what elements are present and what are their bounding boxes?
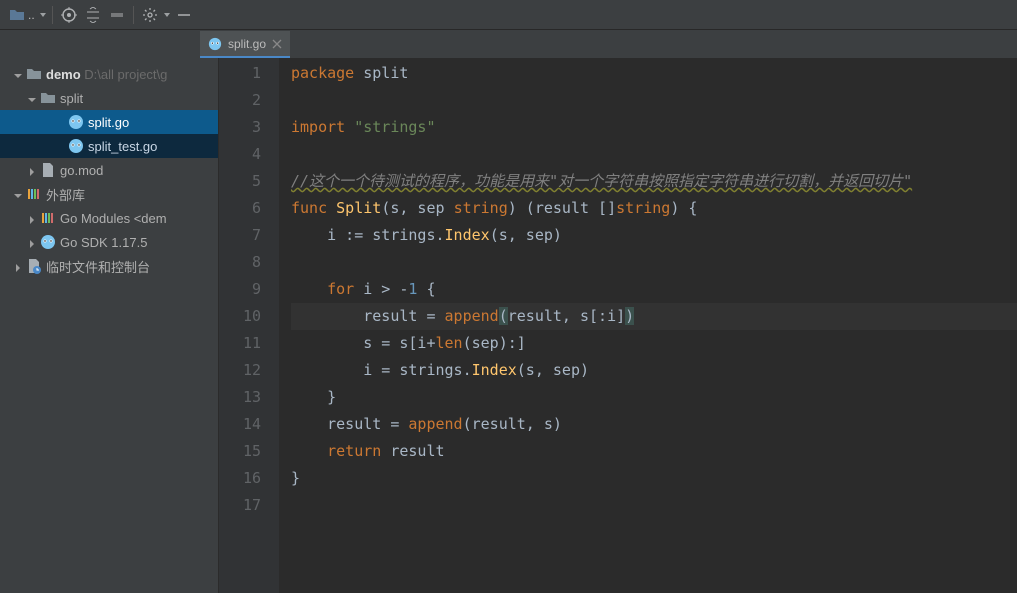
- line-gutter: 1 2 3 4 5 6 7 8 9 10 11 12 13 14 15 16 1…: [219, 58, 279, 593]
- tree-project-root[interactable]: demo D:\all project\g: [0, 62, 218, 86]
- target-icon[interactable]: [58, 4, 80, 26]
- folder-label: split: [60, 91, 83, 106]
- project-selector[interactable]: [6, 4, 28, 26]
- line-number: 4: [219, 141, 261, 168]
- line-number: 16: [219, 465, 261, 492]
- code-editor[interactable]: 1 2 3 4 5 6 7 8 9 10 11 12 13 14 15 16 1…: [219, 58, 1017, 593]
- toolbar-separator: [133, 6, 134, 24]
- tree-go-modules[interactable]: Go Modules <dem: [0, 206, 218, 230]
- root-path: D:\all project\g: [84, 67, 167, 82]
- library-icon: [40, 210, 56, 226]
- go-file-icon: [68, 114, 84, 130]
- line-number: 2: [219, 87, 261, 114]
- lib-label: Go SDK 1.17.5: [60, 235, 147, 250]
- hide-icon[interactable]: [173, 4, 195, 26]
- gear-icon[interactable]: [139, 4, 161, 26]
- tree-file-split-go[interactable]: split.go: [0, 110, 218, 134]
- lib-label: 外部库: [46, 185, 85, 204]
- tree-go-mod[interactable]: go.mod: [0, 158, 218, 182]
- close-icon[interactable]: [272, 39, 282, 49]
- tree-split-folder[interactable]: split: [0, 86, 218, 110]
- tree-external-libs[interactable]: 外部库: [0, 182, 218, 206]
- line-number: 1: [219, 60, 261, 87]
- go-file-icon: [208, 37, 222, 51]
- tab-label: split.go: [228, 37, 266, 51]
- collapse-icon[interactable]: [106, 4, 128, 26]
- project-dots: ..: [28, 8, 35, 22]
- lib-label: Go Modules <dem: [60, 211, 167, 226]
- toolbar-separator: [52, 6, 53, 24]
- code-area[interactable]: package split import "strings" //这个一个待测试…: [279, 58, 1017, 593]
- line-number: 17: [219, 492, 261, 519]
- line-number: 12: [219, 357, 261, 384]
- tab-split-go[interactable]: split.go: [200, 31, 290, 58]
- line-number: 6: [219, 195, 261, 222]
- go-file-icon: [68, 138, 84, 154]
- line-number: 9: [219, 276, 261, 303]
- line-number: 5: [219, 168, 261, 195]
- library-icon: [26, 186, 42, 202]
- file-label: split_test.go: [88, 139, 157, 154]
- line-number: 3: [219, 114, 261, 141]
- file-label: go.mod: [60, 163, 103, 178]
- line-number: 13: [219, 384, 261, 411]
- go-sdk-icon: [40, 234, 56, 250]
- file-label: split.go: [88, 115, 129, 130]
- file-icon: [40, 162, 56, 178]
- scratch-icon: [26, 258, 42, 274]
- project-sidebar: demo D:\all project\g split split.go spl…: [0, 58, 219, 593]
- expand-icon[interactable]: [82, 4, 104, 26]
- folder-icon: [26, 66, 42, 82]
- line-number: 8: [219, 249, 261, 276]
- line-number: 11: [219, 330, 261, 357]
- line-number: 7: [219, 222, 261, 249]
- tree-scratches[interactable]: 临时文件和控制台: [0, 254, 218, 278]
- line-number: 15: [219, 438, 261, 465]
- editor-tab-bar: split.go: [0, 30, 1017, 58]
- tree-go-sdk[interactable]: Go SDK 1.17.5: [0, 230, 218, 254]
- folder-icon: [40, 90, 56, 106]
- root-label: demo: [46, 67, 81, 82]
- lib-label: 临时文件和控制台: [46, 257, 150, 276]
- line-number: 14: [219, 411, 261, 438]
- tree-file-split-test-go[interactable]: split_test.go: [0, 134, 218, 158]
- line-number: 10: [219, 303, 261, 330]
- top-toolbar: ..: [0, 0, 1017, 30]
